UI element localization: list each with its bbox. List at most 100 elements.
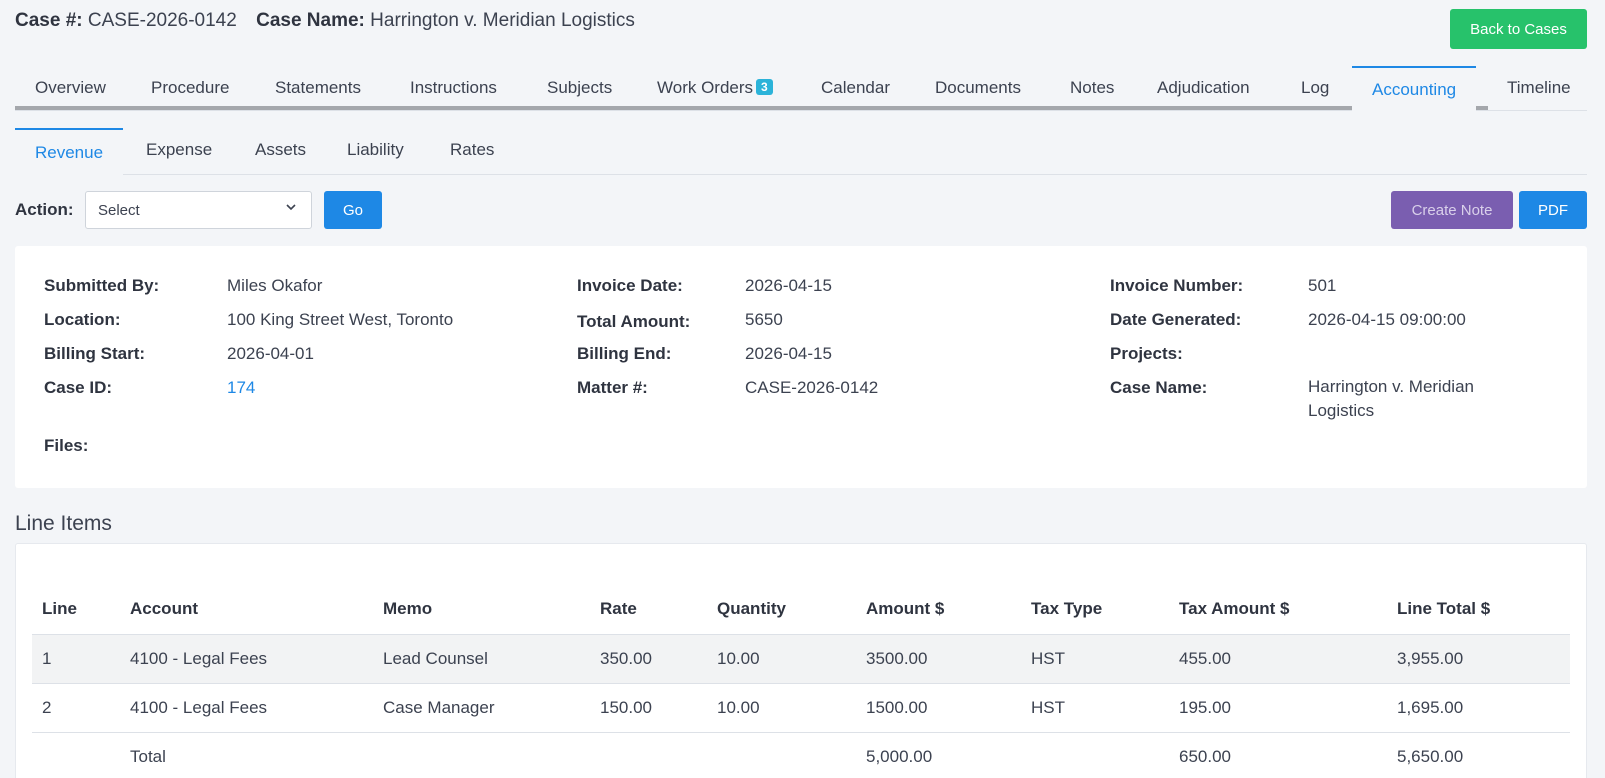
billing-end-label: Billing End:	[577, 344, 672, 363]
invoice-number-value: 501	[1308, 276, 1337, 295]
line-items-card: Line Account Memo Rate Quantity Amount $…	[15, 543, 1587, 778]
location-label: Location:	[44, 310, 121, 329]
go-button[interactable]: Go	[324, 191, 382, 229]
cell-rate: 150.00	[590, 683, 707, 733]
cell-line-total: 1,695.00	[1387, 683, 1570, 733]
cell-tax-amount: 195.00	[1169, 683, 1387, 733]
location-value: 100 King Street West, Toronto	[227, 310, 454, 329]
invoice-date-value: 2026-04-15	[745, 276, 832, 295]
total-tax-amount: 650.00	[1179, 746, 1231, 766]
accounting-sub-tabs: Revenue Expense Assets Liability Rates	[15, 128, 1587, 175]
projects-label: Projects:	[1110, 344, 1183, 363]
action-select-value: Select	[98, 202, 140, 219]
cell-line: 2	[32, 683, 120, 733]
tab-accounting[interactable]: Accounting	[1352, 66, 1477, 111]
chevron-down-icon	[285, 201, 297, 216]
case-name: Harrington v. Meridian Logistics	[370, 10, 635, 31]
col-rate: Rate	[590, 584, 707, 635]
col-amount: Amount $	[856, 584, 1021, 635]
tab-documents[interactable]: Documents	[935, 78, 1021, 98]
col-memo: Memo	[373, 584, 590, 635]
line-items-title: Line Items	[15, 512, 112, 535]
cell-memo: Lead Counsel	[373, 634, 590, 684]
date-generated-value: 2026-04-15 09:00:00	[1308, 310, 1466, 329]
total-amount-value: 5650	[745, 310, 783, 329]
tab-timeline[interactable]: Timeline	[1507, 78, 1571, 98]
subtab-expense[interactable]: Expense	[146, 140, 212, 160]
cell-empty	[707, 732, 856, 778]
total-line-total: 5,650.00	[1397, 746, 1464, 766]
action-select[interactable]: Select	[85, 191, 312, 229]
table-row: 1 4100 - Legal Fees Lead Counsel 350.00 …	[32, 634, 1570, 684]
col-tax-amount: Tax Amount $	[1169, 584, 1387, 635]
submitted-by-value: Miles Okafor	[227, 276, 323, 295]
cell-amount: 1500.00	[856, 683, 1021, 733]
col-quantity: Quantity	[707, 584, 856, 635]
case-name-value-detail: Harrington v. Meridian Logistics	[1308, 377, 1474, 420]
cell-account: 4100 - Legal Fees	[120, 634, 373, 684]
tab-instructions[interactable]: Instructions	[410, 78, 497, 98]
files-label: Files:	[44, 436, 89, 455]
tab-overview[interactable]: Overview	[35, 78, 106, 98]
subtab-revenue[interactable]: Revenue	[15, 128, 124, 175]
cell-empty	[1021, 732, 1169, 778]
subtab-assets[interactable]: Assets	[255, 140, 306, 160]
tab-work-orders-label: Work Orders	[657, 78, 754, 97]
work-orders-count-badge: 3	[756, 79, 773, 95]
matter-value: CASE-2026-0142	[745, 378, 879, 397]
line-items-table: Line Account Memo Rate Quantity Amount $…	[32, 584, 1570, 778]
cell-empty	[32, 732, 120, 778]
cell-empty	[373, 732, 590, 778]
cell-tax-type: HST	[1021, 634, 1169, 684]
action-label: Action:	[15, 200, 74, 219]
matter-label: Matter #:	[577, 378, 648, 397]
invoice-date-label: Invoice Date:	[577, 276, 683, 295]
billing-end-value: 2026-04-15	[745, 344, 832, 363]
cell-memo: Case Manager	[373, 683, 590, 733]
tab-notes[interactable]: Notes	[1070, 78, 1114, 98]
submitted-by-label: Submitted By:	[44, 276, 160, 295]
table-total-row: Total 5,000.00 650.00 5,650.00	[32, 732, 1570, 778]
main-tabs: Overview Procedure Statements Instructio…	[15, 65, 1587, 111]
col-line-total: Line Total $	[1387, 584, 1570, 635]
cell-amount: 3500.00	[856, 634, 1021, 684]
back-to-cases-button[interactable]: Back to Cases	[1450, 9, 1587, 49]
case-number: CASE-2026-0142	[87, 10, 237, 31]
case-header: Case #: CASE-2026-0142 Case Name: Harrin…	[15, 10, 635, 32]
billing-start-label: Billing Start:	[44, 344, 146, 363]
tab-calendar[interactable]: Calendar	[821, 78, 890, 98]
case-name-label-detail: Case Name:	[1110, 378, 1208, 397]
cell-tax-type: HST	[1021, 683, 1169, 733]
pdf-button[interactable]: PDF	[1519, 191, 1587, 229]
create-note-button[interactable]: Create Note	[1391, 191, 1513, 229]
cell-tax-amount: 455.00	[1169, 634, 1387, 684]
total-amount: 5,000.00	[866, 746, 933, 766]
invoice-details-card: Submitted By: Miles Okafor Location: 100…	[15, 246, 1587, 488]
cell-account: 4100 - Legal Fees	[120, 683, 373, 733]
total-label: Total	[130, 746, 166, 766]
date-generated-label: Date Generated:	[1110, 310, 1242, 329]
case-id-label: Case ID:	[44, 378, 113, 397]
tab-work-orders[interactable]: Work Orders 3	[657, 78, 773, 98]
cell-line: 1	[32, 634, 120, 684]
total-amount-label: Total Amount:	[577, 312, 691, 331]
tab-statements[interactable]: Statements	[275, 78, 361, 98]
tab-subjects[interactable]: Subjects	[547, 78, 612, 98]
case-id-link[interactable]: 174	[227, 378, 255, 398]
subtab-liability[interactable]: Liability	[347, 140, 404, 160]
cell-quantity: 10.00	[707, 683, 856, 733]
tab-log[interactable]: Log	[1301, 78, 1329, 98]
cell-line-total: 3,955.00	[1387, 634, 1570, 684]
subtab-rates[interactable]: Rates	[450, 140, 494, 160]
billing-start-value: 2026-04-01	[227, 344, 314, 363]
tab-adjudication[interactable]: Adjudication	[1157, 78, 1250, 98]
tab-procedure[interactable]: Procedure	[151, 78, 229, 98]
cell-rate: 350.00	[590, 634, 707, 684]
table-row: 2 4100 - Legal Fees Case Manager 150.00 …	[32, 683, 1570, 733]
case-number-label: Case #:	[15, 10, 83, 31]
invoice-number-label: Invoice Number:	[1110, 276, 1244, 295]
case-name-label: Case Name:	[256, 10, 365, 31]
col-account: Account	[120, 584, 373, 635]
table-header-row: Line Account Memo Rate Quantity Amount $…	[32, 584, 1570, 635]
tabs-underbar	[15, 106, 1488, 110]
